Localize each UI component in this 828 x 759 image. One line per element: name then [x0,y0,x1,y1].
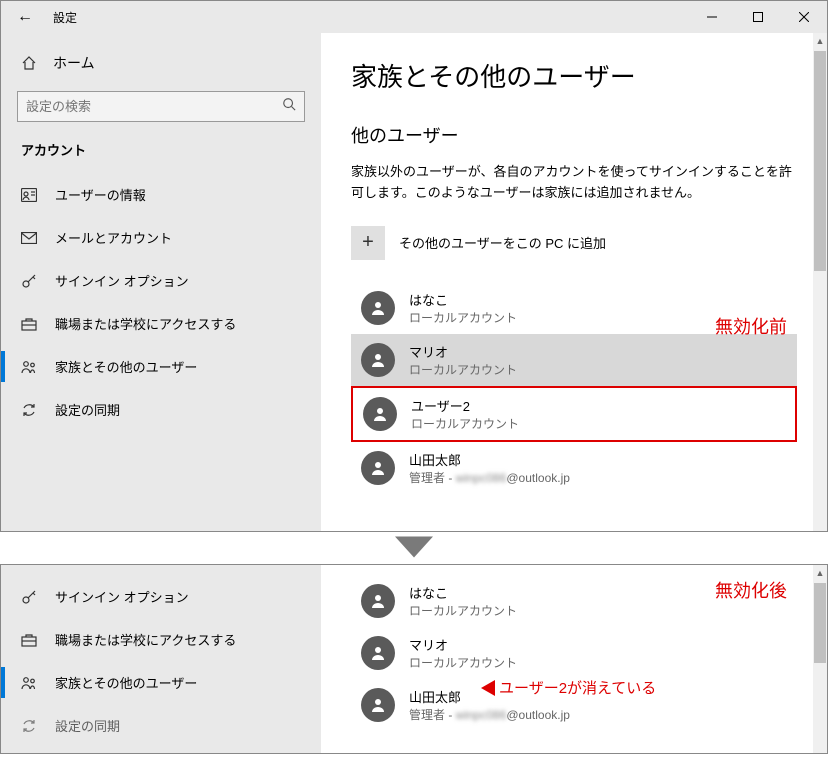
user-row[interactable]: マリオローカルアカウント [351,627,797,679]
sidebar-item-signin[interactable]: サインイン オプション [1,259,321,302]
scroll-thumb[interactable] [814,583,826,663]
sidebar-item-label: 設定の同期 [55,716,120,735]
sidebar-item-label: 職場または学校にアクセスする [55,314,236,333]
briefcase-icon [21,633,37,647]
key-icon [21,589,37,605]
sidebar-item-label: 家族とその他のユーザー [55,673,197,692]
home-button[interactable]: ホーム [1,45,321,81]
page-title: 家族とその他のユーザー [351,57,797,94]
user-name: マリオ [409,342,517,361]
sidebar-item-sync[interactable]: 設定の同期 [1,704,321,747]
annotation-after: 無効化後 [715,577,787,603]
plus-icon: + [351,226,385,260]
user-name: マリオ [409,635,517,654]
annotation-before: 無効化前 [715,313,787,339]
back-button[interactable]: ← [1,8,49,26]
sync-icon [21,402,37,418]
avatar-icon [361,584,395,618]
scrollbar[interactable]: ▲ [813,33,827,531]
user-sub: ローカルアカウント [409,602,517,619]
window-title: 設定 [49,9,77,26]
sidebar-item-mail[interactable]: メールとアカウント [1,216,321,259]
sidebar-item-sync[interactable]: 設定の同期 [1,388,321,431]
sidebar: ホーム アカウント ユーザーの情報 メールとアカウント サインイン オプション [1,33,321,531]
sidebar-item-work[interactable]: 職場または学校にアクセスする [1,302,321,345]
search-icon [282,97,296,116]
user-badge-icon [21,188,37,202]
user-sub: ローカルアカウント [409,309,517,326]
avatar-icon [361,291,395,325]
sidebar-item-work[interactable]: 職場または学校にアクセスする [1,618,321,661]
sidebar-item-label: サインイン オプション [55,271,189,290]
people-icon [21,676,37,690]
sidebar-item-signin[interactable]: サインイン オプション [1,575,321,618]
main-pane: はなこローカルアカウント マリオローカルアカウント 山田太郎 管理者 - win… [321,565,827,753]
title-bar: ← 設定 [1,1,827,33]
window-controls [689,1,827,33]
search-input[interactable] [26,99,282,114]
home-label: ホーム [53,53,95,73]
add-user-button[interactable]: + その他のユーザーをこの PC に追加 [351,226,797,260]
avatar-icon [361,343,395,377]
user-name: 山田太郎 [409,450,570,469]
mail-icon [21,232,37,244]
user-row-highlighted[interactable]: ユーザー2ローカルアカウント [351,386,797,442]
home-icon [21,55,37,71]
sidebar-item-label: 設定の同期 [55,400,120,419]
scroll-up-icon[interactable]: ▲ [816,565,825,581]
transition-arrow-icon [0,532,828,564]
main-pane: 家族とその他のユーザー 他のユーザー 家族以外のユーザーが、各自のアカウントを使… [321,33,827,531]
maximize-button[interactable] [735,1,781,33]
sync-icon [21,718,37,734]
scrollbar[interactable]: ▲ [813,565,827,753]
key-icon [21,273,37,289]
user-row[interactable]: 山田太郎 管理者 - winpc086@outlook.jp [351,442,797,494]
section-subhead: 他のユーザー [351,122,797,148]
section-description: 家族以外のユーザーが、各自のアカウントを使ってサインインすることを許可します。こ… [351,162,797,204]
user-sub: 管理者 - winpc086@outlook.jp [409,706,570,723]
search-box[interactable] [17,91,305,122]
sidebar-item-label: 家族とその他のユーザー [55,357,197,376]
red-left-arrow-icon [481,680,495,696]
settings-window-after: サインイン オプション 職場または学校にアクセスする 家族とその他のユーザー 設… [0,564,828,754]
briefcase-icon [21,317,37,331]
sidebar-item-label: 職場または学校にアクセスする [55,630,236,649]
add-user-label: その他のユーザーをこの PC に追加 [399,233,606,252]
user-name: はなこ [409,583,517,602]
close-button[interactable] [781,1,827,33]
sidebar-item-label: サインイン オプション [55,587,189,606]
sidebar-item-label: メールとアカウント [55,228,172,247]
user-name: ユーザー2 [411,396,519,415]
settings-window: ← 設定 ホーム アカウント ユーザー [0,0,828,532]
sidebar-item-user-info[interactable]: ユーザーの情報 [1,173,321,216]
minimize-button[interactable] [689,1,735,33]
avatar-icon [363,397,397,431]
user-row[interactable]: マリオローカルアカウント [351,334,797,386]
section-head: アカウント [1,140,321,173]
avatar-icon [361,451,395,485]
annotation-removed: ユーザー2が消えている [481,677,656,698]
user-name: はなこ [409,290,517,309]
avatar-icon [361,636,395,670]
user-sub: ローカルアカウント [409,361,517,378]
user-sub: ローカルアカウント [409,654,517,671]
user-sub: 管理者 - winpc086@outlook.jp [409,469,570,486]
sidebar-item-family[interactable]: 家族とその他のユーザー [1,345,321,388]
people-icon [21,360,37,374]
avatar-icon [361,688,395,722]
scroll-thumb[interactable] [814,51,826,271]
sidebar-item-label: ユーザーの情報 [55,185,146,204]
user-sub: ローカルアカウント [411,415,519,432]
sidebar: サインイン オプション 職場または学校にアクセスする 家族とその他のユーザー 設… [1,565,321,753]
sidebar-item-family[interactable]: 家族とその他のユーザー [1,661,321,704]
scroll-up-icon[interactable]: ▲ [816,33,825,49]
